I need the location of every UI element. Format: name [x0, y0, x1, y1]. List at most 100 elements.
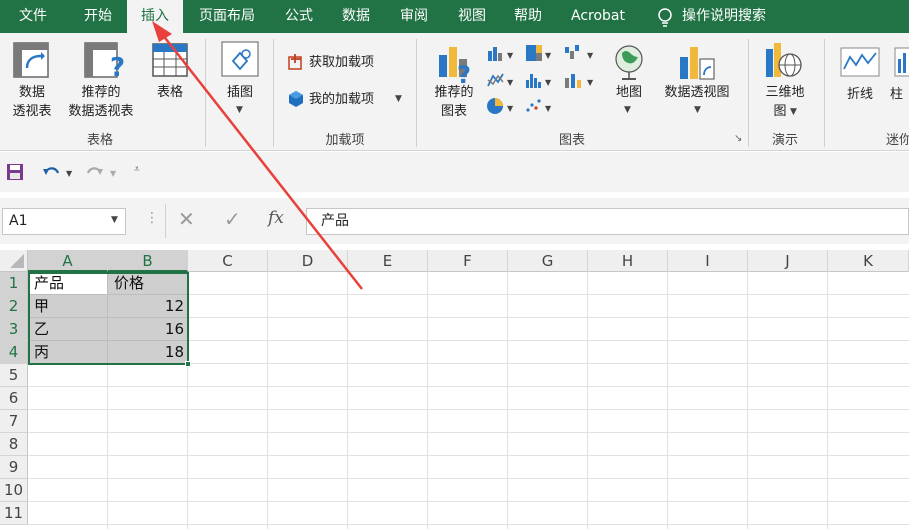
row-header[interactable]: 6 [0, 387, 28, 410]
row-header[interactable]: 4 [0, 341, 28, 364]
more-options-icon: ⋮ [145, 210, 159, 226]
row-header[interactable]: 10 [0, 479, 28, 502]
svg-text:▼: ▼ [545, 51, 552, 60]
cell-A3[interactable]: 乙 [30, 318, 108, 341]
svg-text:▼: ▼ [587, 51, 594, 60]
group-label-tables: 表格 [86, 133, 113, 148]
column-header[interactable]: A [28, 250, 108, 272]
cancel-icon[interactable]: ✕ [178, 207, 195, 231]
globe-icon [615, 45, 643, 80]
tab-file[interactable]: 文件 [6, 0, 60, 33]
chevron-down-icon: ▼ [236, 105, 243, 115]
name-box[interactable]: A1 [2, 208, 126, 235]
dialog-launcher-icon[interactable]: ↘ [734, 133, 742, 144]
column-chart-icon[interactable]: ▼ [486, 43, 516, 63]
formula-bar: A1 ▼ ⋮ ✕ ✓ fx 产品 [0, 198, 909, 244]
select-all-corner[interactable] [0, 250, 28, 272]
recommended-chart-icon: ? [439, 47, 471, 85]
menu-tab-bar: 文件 开始 插入 页面布局 公式 数据 审阅 视图 帮助 Acrobat 操作说… [0, 0, 909, 34]
formula-input[interactable]: 产品 [306, 208, 909, 235]
ribbon-separator [824, 39, 825, 147]
row-header[interactable]: 2 [0, 295, 28, 318]
svg-text:?: ? [110, 53, 124, 80]
ribbon-separator [205, 39, 206, 147]
cell-B4[interactable]: 18 [108, 341, 188, 364]
tab-formulas[interactable]: 公式 [274, 0, 324, 33]
svg-text:▼: ▼ [66, 169, 73, 178]
chevron-down-icon: ▼ [624, 105, 631, 115]
cell-B2[interactable]: 12 [108, 295, 188, 318]
line-chart-icon[interactable]: ▼ [486, 70, 516, 90]
tell-me-search[interactable]: 操作说明搜索 [682, 0, 782, 33]
ribbon-separator [416, 39, 417, 147]
insert-function-icon[interactable]: fx [268, 208, 284, 228]
svg-text:?: ? [457, 61, 471, 85]
tab-home[interactable]: 开始 [70, 0, 126, 33]
stat-chart-icon[interactable]: ▼ [524, 70, 554, 90]
worksheet-grid[interactable]: A B C D E F G H I J K 1 2 3 4 5 6 7 8 9 … [0, 250, 909, 529]
sparkline-line-icon [840, 47, 880, 77]
chevron-down-icon: ▼ [790, 107, 797, 117]
row-header[interactable]: 11 [0, 502, 28, 525]
combo-chart-icon[interactable]: ▼ [563, 70, 597, 90]
cell-B3[interactable]: 16 [108, 318, 188, 341]
quick-access-toolbar: ▼ ▼ ⩡ [0, 152, 909, 192]
group-label-addins: 加载项 [325, 133, 365, 148]
column-header[interactable]: E [348, 250, 428, 272]
tab-insert[interactable]: 插入 [127, 0, 183, 34]
row-header[interactable]: 8 [0, 433, 28, 456]
row-header[interactable]: 9 [0, 456, 28, 479]
scatter-chart-icon[interactable]: ▼ [524, 96, 554, 116]
tab-acrobat[interactable]: Acrobat [560, 0, 636, 33]
column-header[interactable]: K [828, 250, 909, 272]
tab-review[interactable]: 审阅 [388, 0, 440, 33]
pivot-chart-icon [680, 47, 715, 80]
cell-A2[interactable]: 甲 [30, 295, 108, 318]
save-icon[interactable] [6, 163, 24, 181]
column-header[interactable]: J [748, 250, 828, 272]
enter-check-icon[interactable]: ✓ [224, 207, 241, 231]
group-label-tours: 演示 [771, 133, 798, 148]
svg-text:▼: ▼ [110, 169, 117, 178]
group-label-sparklines: 迷你 [886, 133, 909, 148]
pie-chart-icon[interactable]: ▼ [486, 96, 516, 116]
waterfall-chart-icon[interactable]: ▼ [563, 43, 597, 63]
column-header[interactable]: B [108, 250, 188, 272]
tab-page-layout[interactable]: 页面布局 [190, 0, 264, 33]
cell-A4[interactable]: 丙 [30, 341, 108, 364]
cell-B1[interactable]: 价格 [110, 272, 188, 295]
group-label-charts: 图表 [558, 133, 585, 148]
ribbon-separator [748, 39, 749, 147]
customize-qat-icon[interactable]: ⩡ [134, 164, 140, 175]
hierarchy-chart-icon[interactable]: ▼ [524, 43, 554, 63]
store-plus-icon [288, 54, 302, 70]
row-header[interactable]: 1 [0, 272, 28, 295]
column-header[interactable]: H [588, 250, 668, 272]
column-header[interactable]: F [428, 250, 508, 272]
redo-icon[interactable]: ▼ [86, 163, 120, 181]
svg-text:▼: ▼ [507, 78, 514, 87]
undo-icon[interactable]: ▼ [42, 163, 76, 181]
column-header[interactable]: D [268, 250, 348, 272]
tab-help[interactable]: 帮助 [502, 0, 554, 33]
svg-text:▼: ▼ [507, 104, 514, 113]
3d-map-icon [766, 43, 802, 77]
column-header[interactable]: I [668, 250, 748, 272]
illustrations-icon [221, 41, 259, 77]
row-header[interactable]: 7 [0, 410, 28, 433]
tab-view[interactable]: 视图 [446, 0, 498, 33]
table-icon [152, 43, 188, 77]
ribbon: 数据 透视表 ? 推荐的 数据透视表 表格 表格 插图 ▼ 获取加载项 我的加载… [0, 33, 909, 151]
ribbon-separator [273, 39, 274, 147]
row-header[interactable]: 3 [0, 318, 28, 341]
column-header[interactable]: C [188, 250, 268, 272]
addin-cube-icon [289, 91, 303, 107]
chevron-down-icon: ▼ [694, 105, 701, 115]
row-header[interactable]: 5 [0, 364, 28, 387]
svg-text:▼: ▼ [507, 51, 514, 60]
chevron-down-icon[interactable]: ▼ [111, 215, 118, 225]
tab-data[interactable]: 数据 [330, 0, 382, 33]
cell-A1[interactable]: 产品 [30, 272, 108, 295]
svg-text:▼: ▼ [587, 78, 594, 87]
column-header[interactable]: G [508, 250, 588, 272]
